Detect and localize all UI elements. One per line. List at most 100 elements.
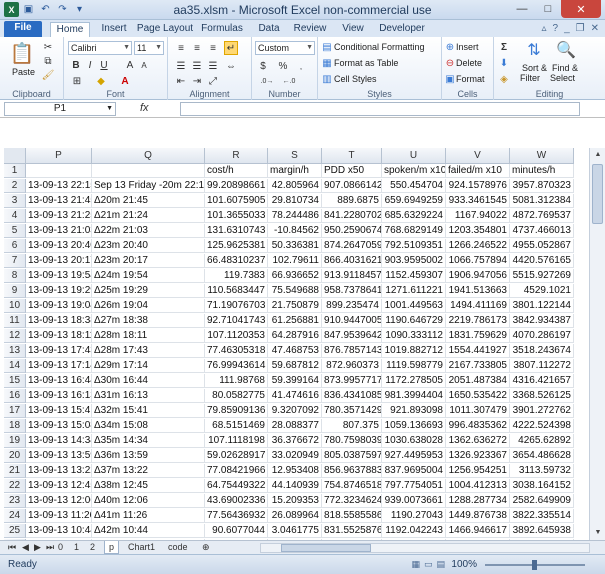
- table-cell[interactable]: 119.7383: [205, 269, 268, 283]
- table-cell[interactable]: 910.9447005: [322, 314, 382, 328]
- header-cell[interactable]: margin/h: [268, 164, 322, 178]
- table-cell[interactable]: Δ21m 21:24: [92, 209, 205, 223]
- table-cell[interactable]: 102.79611: [268, 254, 322, 268]
- vertical-scrollbar[interactable]: ▲ ▼: [589, 148, 605, 540]
- table-cell[interactable]: 61.256881: [268, 314, 322, 328]
- table-cell[interactable]: Δ41m 11:26: [92, 509, 205, 523]
- table-cell[interactable]: 780.3571429: [322, 404, 382, 418]
- sheet-tab-1[interactable]: 1: [70, 541, 83, 554]
- column-header-q[interactable]: Q: [92, 148, 205, 164]
- table-cell[interactable]: 889.6875: [322, 194, 382, 208]
- zoom-level[interactable]: 100%: [451, 559, 477, 570]
- tab-data[interactable]: Data: [252, 22, 286, 37]
- table-cell[interactable]: 4265.62892: [510, 434, 574, 448]
- table-cell[interactable]: 4222.524398: [510, 419, 574, 433]
- table-cell[interactable]: Δ37m 13:22: [92, 464, 205, 478]
- row-header[interactable]: 11: [4, 314, 26, 328]
- table-cell[interactable]: 3.0461775: [268, 524, 322, 538]
- table-cell[interactable]: 780.7598039: [322, 434, 382, 448]
- table-cell[interactable]: 1941.513663: [446, 284, 510, 298]
- table-cell[interactable]: 13-09-13 21:03: [26, 224, 92, 238]
- table-cell[interactable]: 1449.876738: [446, 509, 510, 523]
- table-cell[interactable]: 80.0582775: [205, 389, 268, 403]
- row-header[interactable]: 25: [4, 524, 26, 538]
- header-cell[interactable]: failed/m x10: [446, 164, 510, 178]
- table-cell[interactable]: 754.8746518: [322, 479, 382, 493]
- fill-color-icon[interactable]: ◆: [94, 75, 108, 87]
- scroll-thumb[interactable]: [592, 164, 603, 224]
- table-cell[interactable]: 43.69002336: [205, 494, 268, 508]
- table-cell[interactable]: 921.893098: [382, 404, 446, 418]
- table-cell[interactable]: 837.9695004: [382, 464, 446, 478]
- copy-icon[interactable]: ⧉: [42, 55, 54, 67]
- find-label[interactable]: Find &: [552, 63, 578, 73]
- table-cell[interactable]: 110.5683447: [205, 284, 268, 298]
- table-cell[interactable]: 2167.733805: [446, 359, 510, 373]
- table-cell[interactable]: Δ23m 20:40: [92, 239, 205, 253]
- row-header[interactable]: 5: [4, 224, 26, 238]
- table-cell[interactable]: 44.140939: [268, 479, 322, 493]
- table-cell[interactable]: 13-09-13 21:45: [26, 194, 92, 208]
- column-header-p[interactable]: P: [26, 148, 92, 164]
- table-cell[interactable]: 2582.649909: [510, 494, 574, 508]
- align-center-icon[interactable]: ☰: [190, 59, 204, 73]
- table-cell[interactable]: 939.0073661: [382, 494, 446, 508]
- font-family-select[interactable]: Calibri ▼: [68, 41, 132, 55]
- table-cell[interactable]: 47.468753: [268, 344, 322, 358]
- comma-style-icon[interactable]: ,: [294, 59, 308, 73]
- table-cell[interactable]: 831.5525876: [322, 524, 382, 538]
- table-cell[interactable]: 4955.052867: [510, 239, 574, 253]
- table-cell[interactable]: 59.02628917: [205, 449, 268, 463]
- table-cell[interactable]: Δ24m 19:54: [92, 269, 205, 283]
- sheet-tab-2[interactable]: 2: [86, 541, 99, 554]
- table-cell[interactable]: 13-09-13 18:38: [26, 314, 92, 328]
- row-header[interactable]: 1: [4, 164, 26, 178]
- table-cell[interactable]: 13-09-13 15:41: [26, 404, 92, 418]
- row-header[interactable]: 18: [4, 419, 26, 433]
- table-cell[interactable]: 125.9625381: [205, 239, 268, 253]
- table-cell[interactable]: 3038.164152: [510, 479, 574, 493]
- table-cell[interactable]: 866.4031621: [322, 254, 382, 268]
- window-close-icon[interactable]: ✕: [591, 23, 599, 34]
- table-cell[interactable]: 550.454704: [382, 179, 446, 193]
- table-cell[interactable]: 29.810734: [268, 194, 322, 208]
- normal-view-icon[interactable]: ▦: [411, 559, 420, 570]
- table-cell[interactable]: 4529.1021: [510, 284, 574, 298]
- insert-function-icon[interactable]: fx: [140, 102, 149, 114]
- conditional-formatting-button[interactable]: Conditional Formatting: [334, 42, 425, 52]
- table-cell[interactable]: 1019.882712: [382, 344, 446, 358]
- table-cell[interactable]: 5081.312384: [510, 194, 574, 208]
- table-cell[interactable]: 36.376672: [268, 434, 322, 448]
- tab-developer[interactable]: Developer: [376, 22, 428, 37]
- table-cell[interactable]: 42.805964: [268, 179, 322, 193]
- table-cell[interactable]: 64.287916: [268, 329, 322, 343]
- table-cell[interactable]: 68.5151469: [205, 419, 268, 433]
- delete-button[interactable]: Delete: [456, 58, 482, 68]
- row-header[interactable]: 7: [4, 254, 26, 268]
- table-cell[interactable]: 772.3234624: [322, 494, 382, 508]
- column-header-t[interactable]: T: [322, 148, 382, 164]
- table-cell[interactable]: 3518.243674: [510, 344, 574, 358]
- merge-center-icon[interactable]: ⇔: [224, 59, 238, 73]
- row-header[interactable]: 21: [4, 464, 26, 478]
- table-cell[interactable]: Δ32m 15:41: [92, 404, 205, 418]
- table-cell[interactable]: Δ38m 12:45: [92, 479, 205, 493]
- column-header-s[interactable]: S: [268, 148, 322, 164]
- table-cell[interactable]: 2219.786173: [446, 314, 510, 328]
- table-cell[interactable]: 28.088377: [268, 419, 322, 433]
- sort-label[interactable]: Sort &: [522, 63, 547, 73]
- table-cell[interactable]: 807.375: [322, 419, 382, 433]
- paste-button[interactable]: Paste: [12, 67, 35, 77]
- maximize-button[interactable]: □: [535, 0, 561, 18]
- table-cell[interactable]: 1167.94022: [446, 209, 510, 223]
- table-cell[interactable]: Δ29m 17:14: [92, 359, 205, 373]
- table-cell[interactable]: 3822.335514: [510, 509, 574, 523]
- table-cell[interactable]: 1192.042243: [382, 524, 446, 538]
- tab-formulas[interactable]: Formulas: [198, 22, 246, 37]
- table-cell[interactable]: 981.3994404: [382, 389, 446, 403]
- table-cell[interactable]: 3807.112272: [510, 359, 574, 373]
- format-button[interactable]: Format: [456, 74, 485, 84]
- table-cell[interactable]: 13-09-13 17:43: [26, 344, 92, 358]
- table-cell[interactable]: 924.1578976: [446, 179, 510, 193]
- window-restore-icon[interactable]: ❐: [576, 23, 585, 34]
